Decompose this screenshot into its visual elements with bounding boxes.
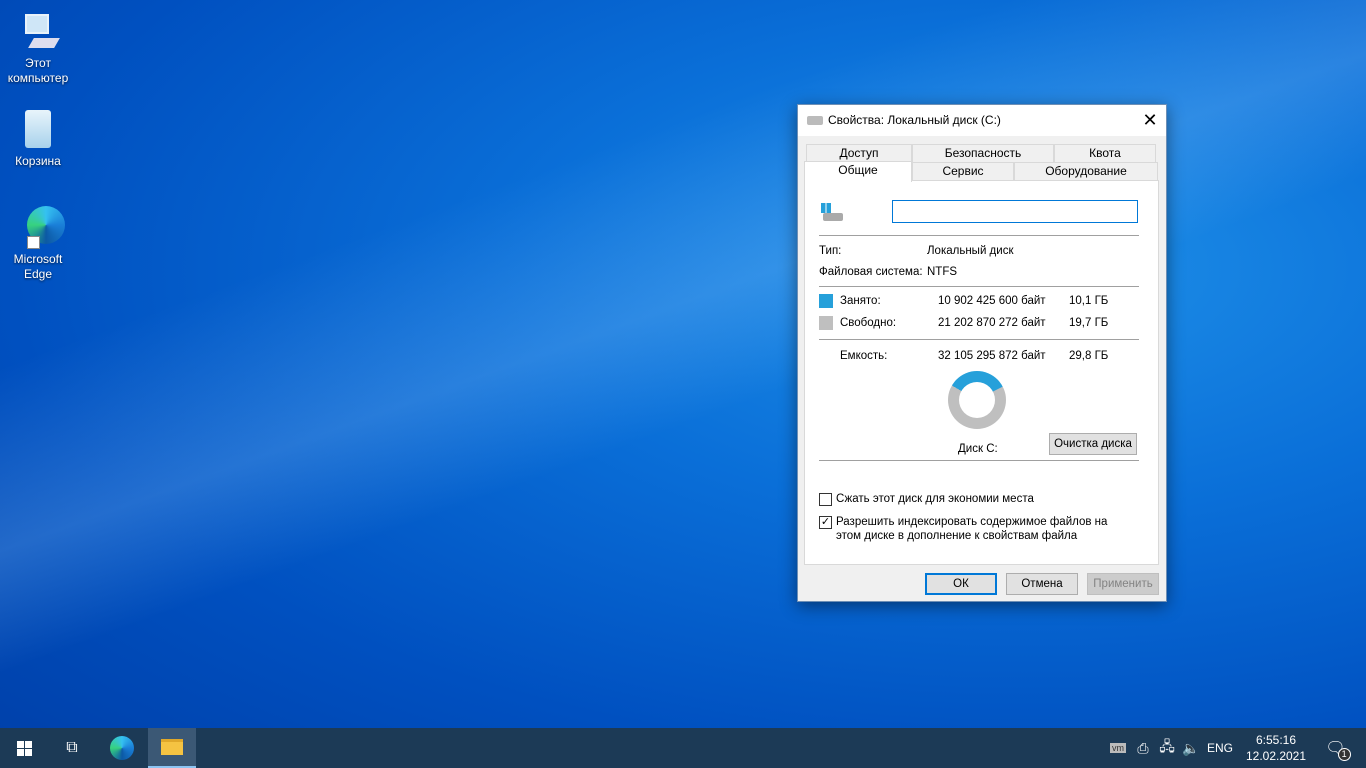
recycle-bin-icon — [15, 108, 61, 152]
vmware-tray-icon[interactable]: vm — [1108, 728, 1128, 768]
used-color-swatch — [819, 294, 833, 308]
desktop-icon-label: Microsoft Edge — [13, 252, 63, 281]
apply-button[interactable]: Применить — [1087, 573, 1159, 595]
desktop-icon-label: Корзина — [15, 154, 61, 168]
edge-icon — [110, 736, 134, 760]
desktop-icon-recycle-bin[interactable]: Корзина — [0, 108, 76, 169]
clock[interactable]: 6:55:16 12.02.2021 — [1240, 728, 1312, 768]
free-gb: 19,7 ГБ — [1069, 317, 1109, 329]
cancel-button[interactable]: Отмена — [1006, 573, 1078, 595]
used-bytes: 10 902 425 600 байт — [938, 295, 1046, 307]
drive-name-input[interactable] — [892, 200, 1138, 223]
close-button[interactable]: ✕ — [1138, 109, 1162, 131]
ok-button[interactable]: ОК — [925, 573, 997, 595]
divider — [819, 286, 1139, 287]
capacity-label: Емкость: — [840, 350, 888, 362]
type-value: Локальный диск — [927, 245, 1014, 257]
compress-checkbox[interactable] — [819, 493, 832, 506]
fs-value: NTFS — [927, 266, 958, 278]
desktop-icon-label: Этот компьютер — [7, 56, 69, 85]
taskbar-file-explorer[interactable] — [148, 728, 196, 768]
computer-icon — [15, 10, 61, 54]
divider — [819, 460, 1139, 461]
tab-security[interactable]: Безопасность — [912, 144, 1054, 163]
index-label: Разрешить индексировать содержимое файло… — [836, 516, 1108, 528]
notifications-button[interactable]: 🗨 1 — [1318, 728, 1358, 768]
desktop-icon-edge[interactable]: Microsoft Edge — [0, 206, 76, 282]
task-view-button[interactable]: ⧉ — [48, 728, 96, 768]
disk-cleanup-button[interactable]: Очистка диска — [1049, 433, 1137, 455]
fs-label: Файловая система: — [819, 266, 923, 278]
edge-icon — [15, 206, 65, 250]
drive-icon — [821, 203, 845, 223]
free-color-swatch — [819, 316, 833, 330]
time: 6:55:16 — [1255, 733, 1297, 747]
used-label: Занято: — [840, 295, 881, 307]
compress-label: Сжать этот диск для экономии места — [836, 493, 1034, 505]
capacity-gb: 29,8 ГБ — [1069, 350, 1109, 362]
taskbar-edge[interactable] — [98, 728, 146, 768]
title-bar: Свойства: Локальный диск (C:) ✕ — [798, 105, 1166, 136]
disk-label: Диск C: — [958, 443, 998, 455]
drive-icon — [807, 116, 823, 125]
capacity-bytes: 32 105 295 872 байт — [938, 350, 1046, 362]
tab-hardware[interactable]: Оборудование — [1014, 162, 1158, 181]
notification-count: 1 — [1337, 747, 1351, 761]
volume-icon[interactable]: 🔈 — [1180, 728, 1202, 768]
used-gb: 10,1 ГБ — [1069, 295, 1109, 307]
index-checkbox[interactable]: ✓ — [819, 516, 832, 529]
language-indicator[interactable]: ENG — [1204, 728, 1236, 768]
task-view-icon: ⧉ — [66, 739, 78, 756]
tab-service[interactable]: Сервис — [912, 162, 1014, 181]
dialog-title: Свойства: Локальный диск (C:) — [828, 113, 1001, 127]
divider — [819, 339, 1139, 340]
desktop-icon-this-pc[interactable]: Этот компьютер — [0, 10, 76, 86]
tab-general[interactable]: Общие — [804, 161, 912, 182]
folder-icon — [161, 739, 183, 755]
network-icon[interactable]: 🖧 — [1156, 728, 1178, 768]
usb-icon[interactable]: ⎙ — [1132, 728, 1154, 768]
disk-usage-donut — [948, 371, 1006, 429]
taskbar: ⧉ vm ⎙ 🖧 🔈 ENG 6:55:16 12.02.2021 🗨 1 — [0, 728, 1366, 768]
type-label: Тип: — [819, 245, 842, 257]
disk-properties-dialog: Свойства: Локальный диск (C:) ✕ Доступ Б… — [797, 104, 1167, 602]
vm-label: vm — [1110, 743, 1126, 753]
date: 12.02.2021 — [1245, 749, 1307, 763]
free-bytes: 21 202 870 272 байт — [938, 317, 1046, 329]
tab-quota[interactable]: Квота — [1054, 144, 1156, 163]
divider — [819, 235, 1139, 236]
free-label: Свободно: — [840, 317, 897, 329]
start-button[interactable] — [0, 728, 48, 768]
index-label-2: этом диске в дополнение к свойствам файл… — [836, 530, 1078, 542]
windows-icon — [16, 740, 32, 756]
general-panel: Тип: Локальный диск Файловая система: NT… — [804, 180, 1159, 565]
